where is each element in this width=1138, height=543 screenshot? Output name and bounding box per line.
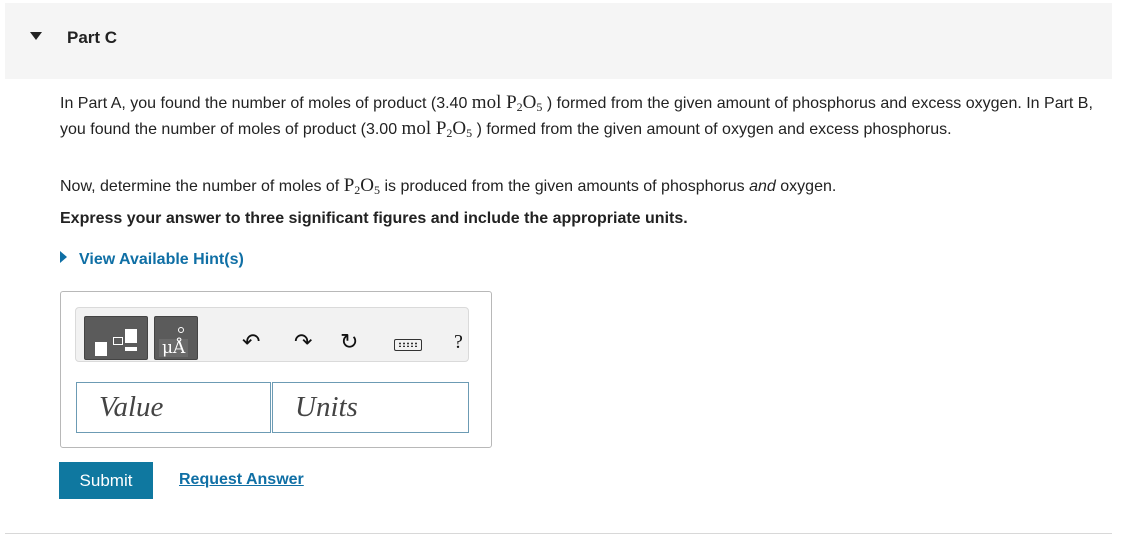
part-title: Part C xyxy=(67,28,118,47)
answer-box: μÅ ↶ ↷ ↻ ? Value Units xyxy=(60,291,492,448)
formula-p2o5: mol P2O5 xyxy=(401,118,473,140)
question-context: In Part A, you found the number of moles… xyxy=(60,92,1093,140)
expand-arrow-icon xyxy=(60,251,67,263)
help-icon[interactable]: ? xyxy=(454,332,463,352)
collapse-arrow-icon[interactable] xyxy=(30,32,42,40)
formula-p2o5: P2O5 xyxy=(343,175,381,197)
redo-icon[interactable]: ↷ xyxy=(294,331,312,353)
view-hints-link[interactable]: View Available Hint(s) xyxy=(60,251,244,269)
units-button[interactable]: μÅ xyxy=(154,316,198,360)
templates-button[interactable] xyxy=(84,316,148,360)
request-answer-link[interactable]: Request Answer xyxy=(179,471,304,489)
units-input[interactable]: Units xyxy=(272,382,469,433)
keyboard-icon[interactable] xyxy=(394,339,422,351)
units-icon: μÅ xyxy=(159,339,189,357)
reset-icon[interactable]: ↻ xyxy=(340,331,358,353)
section-divider xyxy=(5,533,1112,534)
value-input[interactable]: Value xyxy=(76,382,271,433)
undo-icon[interactable]: ↶ xyxy=(242,331,260,353)
part-header[interactable]: Part C xyxy=(5,3,1112,79)
question-prompt: Now, determine the number of moles of P2… xyxy=(60,175,837,197)
formula-p2o5: mol P2O5 xyxy=(471,92,543,114)
math-toolbar: μÅ ↶ ↷ ↻ ? xyxy=(75,307,469,362)
answer-instruction: Express your answer to three significant… xyxy=(60,210,688,227)
submit-button[interactable]: Submit xyxy=(59,462,153,499)
